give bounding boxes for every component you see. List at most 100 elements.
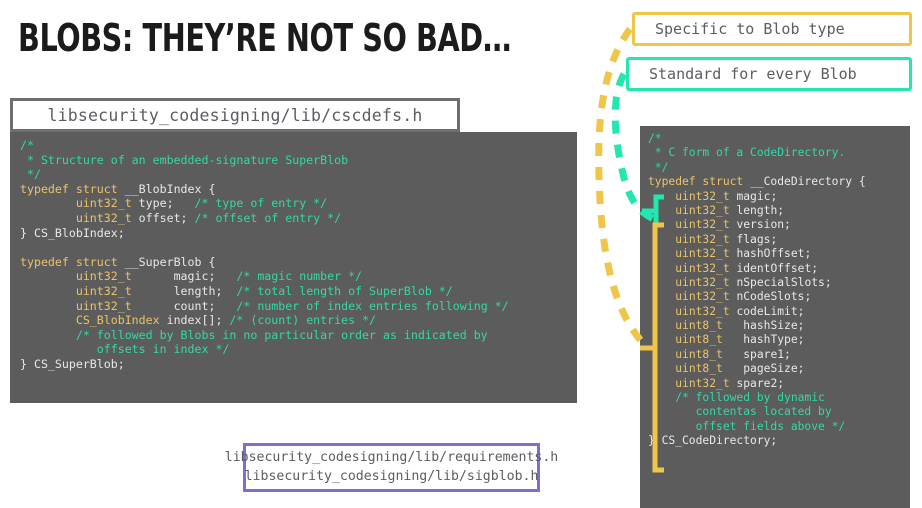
code-token: uint32_t <box>75 196 132 211</box>
code-token: index[]; <box>159 313 230 328</box>
file-footer-path-2: libsecurity_codesigning/lib/sigblob.h <box>244 468 539 484</box>
code-line: uint32_t count; /* number of index entri… <box>20 299 577 314</box>
code-token: uint32_t <box>75 283 132 298</box>
code-token: /* <box>648 132 662 145</box>
code-token: __SuperBlob { <box>117 254 216 269</box>
code-token: uint32_t <box>675 261 730 275</box>
code-line: } CS_CodeDirectory; <box>648 434 910 448</box>
code-line: /* <box>648 132 910 146</box>
code-token: hashSize; <box>729 319 805 333</box>
code-token: } CS_BlobIndex; <box>20 225 125 240</box>
code-token: uint32_t <box>75 298 132 313</box>
code-token: } CS_SuperBlob; <box>20 356 125 371</box>
file-footer-paths: libsecurity_codesigning/lib/requirements… <box>225 443 558 492</box>
code-line: uint32_t offset; /* offset of entry */ <box>20 211 577 226</box>
code-line: offset fields above */ <box>648 420 910 434</box>
page-title: Blobs: They’re not so bad… <box>18 16 512 60</box>
code-line: uint8_t hashType; <box>648 333 910 347</box>
code-token: CS_BlobIndex <box>75 313 160 328</box>
code-token: offsets in index */ <box>20 342 230 357</box>
code-line: * Structure of an embedded-signature Sup… <box>20 153 577 168</box>
code-token: /* (count) entries */ <box>229 313 377 328</box>
code-token: codeLimit; <box>729 304 805 318</box>
code-token: identOffset; <box>729 261 819 275</box>
code-token: magic; <box>729 189 778 203</box>
code-token: uint32_t <box>75 210 132 225</box>
code-token: uint8_t <box>675 319 730 333</box>
code-token: hashType; <box>729 333 805 347</box>
code-token: hashOffset; <box>729 247 812 261</box>
code-token: uint32_t <box>675 218 730 232</box>
code-token: /* <box>20 138 34 152</box>
code-token: /* total length of SuperBlob */ <box>236 283 453 298</box>
code-token: uint32_t <box>675 376 730 390</box>
legend-standard-label: Standard for every Blob <box>649 65 857 83</box>
code-token: count; <box>131 298 237 313</box>
code-token: uint8_t <box>675 347 730 361</box>
code-line: uint8_t spare1; <box>648 348 910 362</box>
file-header-cscdefs: libsecurity_codesigning/lib/cscdefs.h <box>10 98 460 132</box>
code-token: uint8_t <box>675 362 730 376</box>
code-token: * C form of a CodeDirectory. <box>648 146 846 160</box>
code-token: uint32_t <box>675 247 730 261</box>
code-line: uint32_t version; <box>648 218 910 232</box>
code-token: /* number of index entries following */ <box>236 298 509 313</box>
code-line: contentas located by <box>648 405 910 419</box>
code-token: uint8_t <box>675 333 730 347</box>
code-token: */ <box>20 167 41 182</box>
code-token: uint32_t <box>675 189 730 203</box>
code-token: /* offset of entry */ <box>194 210 342 225</box>
code-line: uint32_t length; <box>648 204 910 218</box>
file-header-path: libsecurity_codesigning/lib/cscdefs.h <box>47 105 423 125</box>
code-token: } CS_CodeDirectory; <box>648 434 778 448</box>
code-token: * Structure of an embedded-signature Sup… <box>20 152 349 167</box>
code-token: /* magic number */ <box>236 269 363 284</box>
code-line: uint32_t spare2; <box>648 377 910 391</box>
code-token: typedef struct <box>20 254 118 269</box>
code-line: } CS_SuperBlob; <box>20 357 577 372</box>
code-line: uint8_t hashSize; <box>648 319 910 333</box>
code-token: uint32_t <box>675 203 730 217</box>
code-line: uint32_t identOffset; <box>648 262 910 276</box>
code-token: spare1; <box>729 347 791 361</box>
code-line: */ <box>20 167 577 182</box>
code-token: spare2; <box>729 376 785 390</box>
code-token: */ <box>648 160 669 174</box>
code-token: length; <box>131 283 237 298</box>
code-line: offsets in index */ <box>20 342 577 357</box>
code-token: flags; <box>729 232 778 246</box>
legend-specific-to-blob-type: Specific to Blob type <box>632 12 912 46</box>
code-token: offset fields above */ <box>648 419 846 433</box>
legend-standard-for-every-blob: Standard for every Blob <box>626 57 912 91</box>
code-token: nCodeSlots; <box>729 290 812 304</box>
code-token: __BlobIndex { <box>117 181 216 196</box>
code-line: uint8_t pageSize; <box>648 362 910 376</box>
code-token: contentas located by <box>648 405 832 419</box>
code-line: } CS_BlobIndex; <box>20 226 577 241</box>
code-panel-cscdefs: /* * Structure of an embedded-signature … <box>10 132 577 403</box>
code-line: uint32_t hashOffset; <box>648 247 910 261</box>
file-footer-path-1: libsecurity_codesigning/lib/requirements… <box>224 449 559 465</box>
slide-canvas: Blobs: They’re not so bad… libsecurity_c… <box>0 0 922 508</box>
code-line: uint32_t nCodeSlots; <box>648 290 910 304</box>
code-line: uint32_t codeLimit; <box>648 305 910 319</box>
